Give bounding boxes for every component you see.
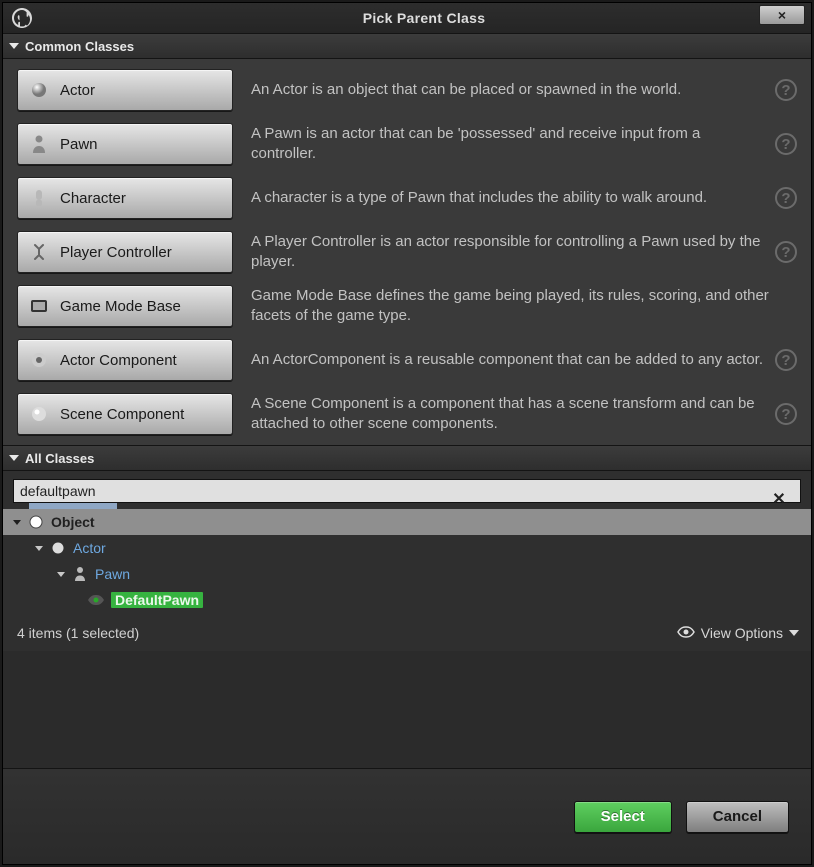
class-button-label: Character bbox=[60, 190, 126, 207]
class-button-player-controller[interactable]: Player Controller bbox=[17, 231, 233, 273]
eye-icon bbox=[677, 625, 695, 641]
actor-icon bbox=[28, 79, 50, 101]
view-options-label: View Options bbox=[701, 625, 783, 641]
player-controller-icon bbox=[28, 241, 50, 263]
class-button-label: Scene Component bbox=[60, 406, 184, 423]
class-button-scene-component[interactable]: Scene Component bbox=[17, 393, 233, 435]
tree-node-defaultpawn[interactable]: DefaultPawn bbox=[13, 587, 801, 613]
unreal-logo-icon bbox=[7, 3, 37, 33]
actor-component-icon bbox=[28, 349, 50, 371]
help-icon[interactable]: ? bbox=[775, 133, 797, 155]
close-icon: × bbox=[778, 8, 786, 22]
character-icon bbox=[28, 187, 50, 209]
tree-node-label: Pawn bbox=[95, 566, 130, 582]
chevron-down-icon bbox=[789, 630, 799, 636]
clear-icon: ✕ bbox=[772, 489, 785, 509]
window-close-button[interactable]: × bbox=[759, 5, 805, 25]
help-icon[interactable]: ? bbox=[775, 241, 797, 263]
class-row-actor-component: Actor Component An ActorComponent is a r… bbox=[17, 339, 797, 381]
class-description: A character is a type of Pawn that inclu… bbox=[251, 188, 775, 208]
class-button-actor[interactable]: Actor bbox=[17, 69, 233, 111]
class-description: A Pawn is an actor that can be 'possesse… bbox=[251, 124, 775, 165]
item-count-text: 4 items (1 selected) bbox=[17, 625, 139, 641]
common-classes-header[interactable]: Common Classes bbox=[3, 33, 811, 59]
tree-node-label: DefaultPawn bbox=[111, 592, 203, 608]
class-row-scene-component: Scene Component A Scene Component is a c… bbox=[17, 393, 797, 435]
clear-search-button[interactable]: ✕ bbox=[769, 489, 789, 509]
defaultpawn-icon bbox=[87, 591, 105, 609]
class-row-player-controller: Player Controller A Player Controller is… bbox=[17, 231, 797, 273]
class-row-game-mode-base: Game Mode Base Game Mode Base defines th… bbox=[17, 285, 797, 327]
tree-status-row: 4 items (1 selected) View Options bbox=[3, 619, 811, 651]
class-button-pawn[interactable]: Pawn bbox=[17, 123, 233, 165]
expand-icon bbox=[9, 43, 19, 49]
cancel-button[interactable]: Cancel bbox=[686, 801, 789, 833]
pawn-icon bbox=[71, 565, 89, 583]
help-icon[interactable]: ? bbox=[775, 79, 797, 101]
window-title: Pick Parent Class bbox=[37, 10, 811, 26]
class-button-label: Player Controller bbox=[60, 244, 172, 261]
class-description: Game Mode Base defines the game being pl… bbox=[251, 286, 775, 327]
pawn-icon bbox=[28, 133, 50, 155]
dialog-footer: Select Cancel bbox=[3, 768, 811, 864]
class-search-input[interactable] bbox=[13, 479, 801, 503]
all-classes-header[interactable]: All Classes bbox=[3, 445, 811, 471]
class-tree: Object Actor Pawn DefaultPawn bbox=[3, 509, 811, 619]
class-button-character[interactable]: Character bbox=[17, 177, 233, 219]
class-description: An Actor is an object that can be placed… bbox=[251, 80, 775, 100]
help-icon[interactable]: ? bbox=[775, 187, 797, 209]
actor-icon bbox=[49, 539, 67, 557]
game-mode-icon bbox=[28, 295, 50, 317]
all-classes-body: ✕ Object Actor bbox=[3, 471, 811, 651]
class-button-label: Actor bbox=[60, 82, 95, 99]
class-description: An ActorComponent is a reusable componen… bbox=[251, 350, 775, 370]
tree-node-object[interactable]: Object bbox=[3, 509, 811, 535]
object-icon bbox=[27, 513, 45, 531]
expand-icon bbox=[35, 546, 43, 551]
expand-icon bbox=[13, 520, 21, 525]
section-label: Common Classes bbox=[25, 39, 134, 54]
section-label: All Classes bbox=[25, 451, 94, 466]
class-row-character: Character A character is a type of Pawn … bbox=[17, 177, 797, 219]
view-options-button[interactable]: View Options bbox=[677, 625, 799, 641]
expand-icon bbox=[57, 572, 65, 577]
titlebar: Pick Parent Class × bbox=[3, 3, 811, 33]
class-button-actor-component[interactable]: Actor Component bbox=[17, 339, 233, 381]
tree-node-label: Actor bbox=[73, 540, 106, 556]
pick-parent-class-dialog: Pick Parent Class × Common Classes Actor… bbox=[2, 2, 812, 865]
class-row-actor: Actor An Actor is an object that can be … bbox=[17, 69, 797, 111]
tree-node-label: Object bbox=[51, 514, 95, 530]
tree-node-actor[interactable]: Actor bbox=[13, 535, 801, 561]
tree-node-pawn[interactable]: Pawn bbox=[13, 561, 801, 587]
class-description: A Player Controller is an actor responsi… bbox=[251, 232, 775, 273]
class-row-pawn: Pawn A Pawn is an actor that can be 'pos… bbox=[17, 123, 797, 165]
class-button-label: Game Mode Base bbox=[60, 298, 181, 315]
expand-icon bbox=[9, 455, 19, 461]
help-icon[interactable]: ? bbox=[775, 349, 797, 371]
class-button-game-mode-base[interactable]: Game Mode Base bbox=[17, 285, 233, 327]
common-classes-body: Actor An Actor is an object that can be … bbox=[3, 59, 811, 445]
class-description: A Scene Component is a component that ha… bbox=[251, 394, 775, 435]
class-button-label: Actor Component bbox=[60, 352, 177, 369]
help-icon[interactable]: ? bbox=[775, 403, 797, 425]
class-button-label: Pawn bbox=[60, 136, 98, 153]
scene-component-icon bbox=[28, 403, 50, 425]
select-button[interactable]: Select bbox=[574, 801, 672, 833]
